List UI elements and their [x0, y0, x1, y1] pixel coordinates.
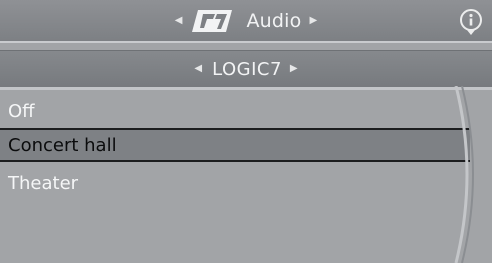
chevron-left-icon[interactable]: ◀: [175, 15, 183, 26]
list-item-off[interactable]: Off: [0, 94, 470, 128]
header-nav[interactable]: ◀ Audio ▶: [0, 0, 492, 41]
scroll-arc-indicator: [454, 86, 474, 263]
list-item-label: Off: [8, 100, 35, 122]
mode-label: LOGIC7: [212, 58, 282, 80]
info-icon[interactable]: [458, 9, 484, 35]
option-list: Off Concert hall Theater: [0, 94, 470, 263]
list-item-label: Concert hall: [8, 134, 117, 156]
list-item-theater[interactable]: Theater: [0, 166, 470, 200]
list-item-concert-hall[interactable]: Concert hall: [0, 128, 470, 162]
chevron-right-icon[interactable]: ▶: [290, 64, 298, 74]
idrive-screen: ◀ Audio ▶ ◀ LOGIC7 ▶ Off Concert hall Th…: [0, 0, 492, 263]
chevron-right-icon[interactable]: ▶: [310, 15, 318, 26]
logic7-logo-icon: [192, 9, 233, 32]
list-item-label: Theater: [8, 172, 79, 194]
header-bar: ◀ Audio ▶: [0, 0, 492, 43]
chevron-left-icon[interactable]: ◀: [194, 64, 202, 74]
mode-selector[interactable]: ◀ LOGIC7 ▶: [0, 50, 492, 90]
header-title: Audio: [246, 9, 302, 32]
